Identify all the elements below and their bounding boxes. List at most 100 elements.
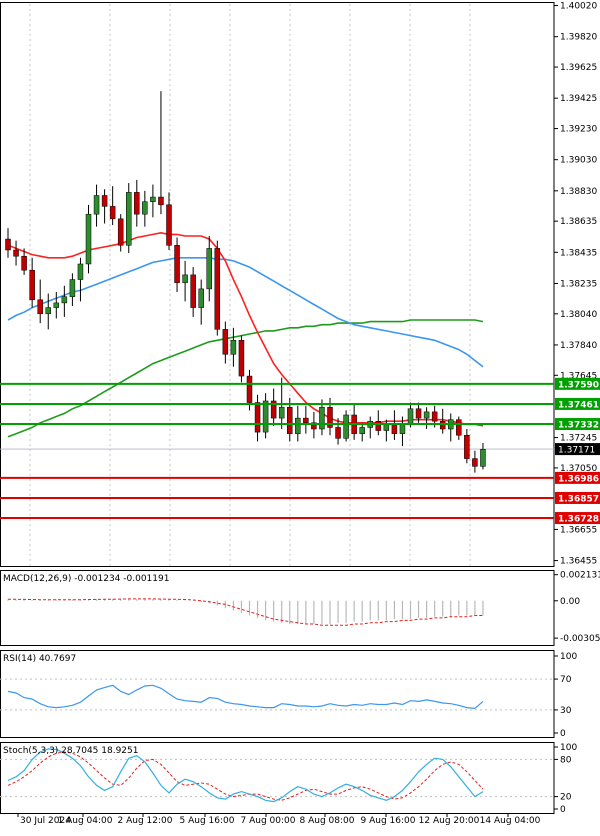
candle-body xyxy=(295,417,301,434)
ma-fast-line xyxy=(7,231,484,427)
candle-body xyxy=(303,417,309,424)
candle-body xyxy=(431,411,438,422)
candle-body xyxy=(93,195,100,215)
macd-label: MACD(12,26,9) -0.001234 -0.001191 xyxy=(3,574,169,584)
candle-body xyxy=(343,414,349,439)
candle-body xyxy=(45,307,51,315)
price-tick-label: 1.36655 xyxy=(560,525,597,535)
candle-body xyxy=(190,274,196,308)
candle-body xyxy=(126,192,132,246)
candle-body xyxy=(29,269,35,301)
candle-body xyxy=(206,248,212,290)
candle-body xyxy=(117,218,124,246)
candle-body xyxy=(287,406,293,434)
candle-body xyxy=(21,255,27,271)
level-price-label: 1.36986 xyxy=(558,474,599,484)
candle-body xyxy=(238,340,245,377)
candle-body xyxy=(61,296,68,304)
price-tick-label: 1.39230 xyxy=(560,125,597,135)
price-tick-label: 1.38635 xyxy=(560,217,597,227)
candle-body xyxy=(383,424,390,431)
price-tick-label: 1.40020 xyxy=(560,2,597,12)
rsi-line xyxy=(7,684,484,710)
candle-body xyxy=(182,274,188,283)
price-tick-label: 1.39625 xyxy=(560,63,597,73)
forex-chart: 1.40020 1.39820 1.39625 1.39425 1.39230 1.390… xyxy=(0,2,600,826)
macd-tick-label: 0.002131 xyxy=(560,571,600,581)
candle-body xyxy=(101,195,108,207)
candle-body xyxy=(53,302,60,308)
stoch-tick-label: 80 xyxy=(560,755,572,765)
price-tick-label: 1.37840 xyxy=(560,341,597,351)
time-tick-label: 5 Aug 16:00 xyxy=(180,816,235,826)
candle-body xyxy=(254,402,261,433)
candle-body xyxy=(375,420,382,431)
level-price-label: 1.37590 xyxy=(558,380,599,390)
stoch-tick-label: 0 xyxy=(560,805,566,815)
candle-body xyxy=(142,201,148,215)
candle-body xyxy=(456,419,462,436)
candle-body xyxy=(134,192,140,215)
candle-body xyxy=(246,375,253,403)
candle-body xyxy=(319,406,325,430)
time-tick-label: 1 Aug 04:00 xyxy=(58,816,113,826)
candle-body xyxy=(174,245,180,283)
rsi-tick-label: 70 xyxy=(560,675,572,685)
current-price-label: 1.37171 xyxy=(558,446,595,456)
rsi-tick-label: 30 xyxy=(560,706,572,716)
stoch-tick-label: 20 xyxy=(560,793,572,803)
time-tick-label: 14 Aug 04:00 xyxy=(480,816,541,826)
candle-body xyxy=(214,248,221,330)
candle-body xyxy=(166,204,172,246)
macd-tick-label: -0.003052 xyxy=(560,634,600,644)
candle-body xyxy=(472,458,478,467)
candle-body xyxy=(69,279,76,297)
time-tick-label: 7 Aug 00:00 xyxy=(241,816,296,826)
candle-body xyxy=(158,196,164,206)
macd-signal-line xyxy=(8,598,483,626)
time-tick-label: 12 Aug 20:00 xyxy=(419,816,480,826)
chart-root: 1.40020 1.39820 1.39625 1.39425 1.39230 1.390… xyxy=(0,0,600,832)
candle-body xyxy=(423,411,430,419)
stoch-label: Stoch(5,3,3) 28.7045 18.9251 xyxy=(3,746,138,756)
candle-body xyxy=(278,406,285,419)
price-tick-label: 1.39820 xyxy=(560,33,597,43)
candle-body xyxy=(37,299,43,315)
candle-body xyxy=(198,288,204,308)
candle-body xyxy=(222,329,229,355)
candle-body xyxy=(407,408,414,425)
candle-body xyxy=(109,206,116,220)
macd-tick-label: 0.00 xyxy=(560,597,580,607)
price-tick-label: 1.38040 xyxy=(560,310,597,320)
candle-body xyxy=(77,263,84,280)
time-tick-label: 9 Aug 16:00 xyxy=(361,816,416,826)
candle-body xyxy=(480,448,486,467)
rsi-label: RSI(14) 40.7697 xyxy=(3,654,76,664)
time-tick-label: 2 Aug 12:00 xyxy=(118,816,173,826)
candle-body xyxy=(13,249,19,257)
price-tick-label: 1.38830 xyxy=(560,187,597,197)
time-tick-label: 8 Aug 08:00 xyxy=(300,816,355,826)
level-price-label: 1.36728 xyxy=(558,515,599,525)
panel-frame-price xyxy=(0,2,555,567)
rsi-tick-label: 0 xyxy=(560,729,566,739)
price-tick-label: 1.39030 xyxy=(560,156,597,166)
candle-body xyxy=(359,427,365,434)
price-tick-label: 1.39425 xyxy=(560,94,597,104)
candle-body xyxy=(415,408,422,419)
candle-body xyxy=(262,400,269,433)
candle-body xyxy=(150,196,156,202)
candle-body xyxy=(464,434,470,459)
candle-body xyxy=(335,427,341,439)
stoch-tick-label: 100 xyxy=(560,743,577,753)
level-price-label: 1.37332 xyxy=(558,421,599,431)
level-price-label: 1.37461 xyxy=(558,400,599,410)
panel-frame-rsi xyxy=(0,650,555,738)
candle-body xyxy=(391,424,398,434)
level-price-label: 1.36857 xyxy=(558,494,599,504)
price-tick-label: 1.38435 xyxy=(560,248,597,258)
candle-body xyxy=(85,213,92,265)
price-tick-label: 1.36455 xyxy=(560,557,597,567)
price-tick-label: 1.37245 xyxy=(560,434,597,444)
rsi-tick-label: 100 xyxy=(560,652,577,662)
